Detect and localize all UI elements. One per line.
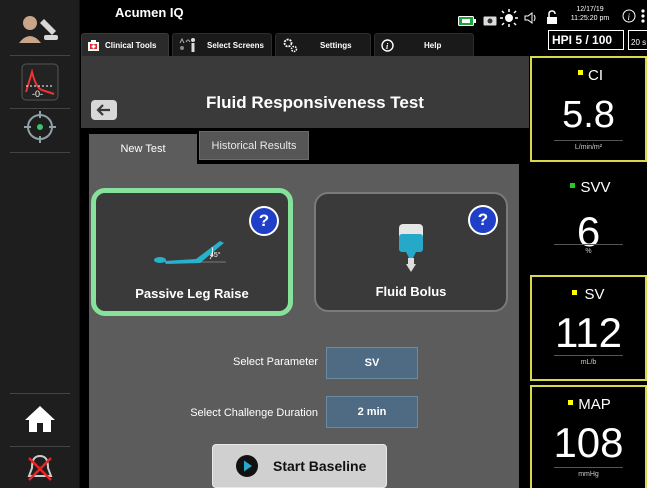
- tile-unit: mmHg: [578, 471, 599, 478]
- home-icon[interactable]: [8, 398, 72, 440]
- select-screens-icon: [179, 37, 201, 53]
- svg-text:-0-: -0-: [32, 89, 43, 99]
- left-navigation-rail: -0-: [0, 0, 80, 488]
- help-button[interactable]: ?: [249, 206, 279, 236]
- select-parameter-label: Select Parameter: [233, 356, 318, 368]
- info-circle-icon: i: [381, 38, 394, 52]
- svg-text:i: i: [628, 12, 631, 22]
- tile-map[interactable]: MAP 108 mmHg: [530, 385, 647, 488]
- tile-ci[interactable]: CI 5.8 L/min/m²: [530, 56, 647, 162]
- angle-label: 45°: [210, 252, 221, 259]
- time: 11:25:20 pm: [570, 15, 610, 22]
- svg-text:i: i: [386, 42, 389, 51]
- subtab-new-test[interactable]: New Test: [89, 134, 197, 164]
- alarm-silence-icon[interactable]: [8, 450, 72, 486]
- tab-help[interactable]: i Help: [374, 33, 474, 56]
- hpi-time-label: 20 s: [628, 30, 647, 50]
- tile-value: 112: [555, 309, 622, 356]
- tile-name: SV: [584, 286, 605, 303]
- hpi-indicator[interactable]: HPI 5 / 100: [548, 30, 624, 50]
- more-menu-icon[interactable]: [640, 8, 646, 24]
- battery-icon: [458, 13, 476, 31]
- challenge-duration-label: Select Challenge Duration: [190, 407, 318, 419]
- tile-value: 5.8: [562, 94, 615, 136]
- passive-leg-raise-label: Passive Leg Raise: [135, 286, 249, 301]
- tab-settings[interactable]: Settings: [275, 33, 371, 56]
- start-baseline-button[interactable]: Start Baseline: [212, 444, 387, 488]
- tab-label: Settings: [320, 40, 352, 50]
- fluid-bolus-label: Fluid Bolus: [375, 284, 447, 299]
- tile-name: MAP: [578, 396, 611, 413]
- app-name: Acumen IQ: [115, 5, 184, 20]
- page-title: Fluid Responsiveness Test: [206, 93, 424, 112]
- target-icon[interactable]: [8, 108, 72, 146]
- clinical-tools-icon: [88, 39, 99, 51]
- volume-icon[interactable]: [524, 11, 538, 30]
- patient-icon[interactable]: [8, 8, 72, 48]
- tile-svv[interactable]: SVV 6 %: [530, 166, 647, 272]
- duration-select[interactable]: 2 min: [326, 396, 418, 428]
- waveform-monitor-icon[interactable]: -0-: [8, 60, 72, 104]
- start-baseline-label: Start Baseline: [273, 458, 367, 474]
- tile-unit: L/min/m²: [574, 144, 603, 151]
- settings-icon: [282, 37, 298, 53]
- play-icon: [235, 454, 259, 478]
- tile-name: CI: [588, 67, 603, 84]
- main-panel: [81, 56, 529, 128]
- date: 12/17/19: [576, 6, 604, 13]
- tab-label: Select Screens: [207, 40, 264, 50]
- fluid-bag-icon: [396, 222, 426, 279]
- brightness-icon[interactable]: [500, 9, 518, 32]
- tab-label: Clinical Tools: [105, 40, 157, 50]
- fluid-bolus-card[interactable]: ? Fluid Bolus: [314, 192, 508, 312]
- tile-unit: %: [585, 248, 592, 255]
- tab-label: Help: [424, 40, 442, 50]
- help-button[interactable]: ?: [468, 205, 498, 235]
- tab-select-screens[interactable]: Select Screens: [172, 33, 272, 56]
- tile-name: SVV: [580, 179, 611, 196]
- info-icon[interactable]: i: [622, 9, 636, 28]
- lock-icon[interactable]: [546, 10, 558, 30]
- datetime: 12/17/19 11:25:20 pm: [562, 5, 618, 23]
- tile-value: 108: [553, 419, 624, 466]
- back-button[interactable]: [91, 100, 117, 120]
- subtab-historical-results[interactable]: Historical Results: [199, 131, 309, 160]
- screenshot-icon[interactable]: [483, 13, 497, 31]
- parameter-select[interactable]: SV: [326, 347, 418, 379]
- back-arrow-icon: [96, 104, 112, 116]
- passive-leg-raise-card[interactable]: ? 45° Passive Leg Raise: [91, 188, 293, 316]
- tile-sv[interactable]: SV 112 mL/b: [530, 275, 647, 381]
- tab-clinical-tools[interactable]: Clinical Tools: [81, 33, 169, 56]
- tile-unit: mL/b: [580, 359, 597, 366]
